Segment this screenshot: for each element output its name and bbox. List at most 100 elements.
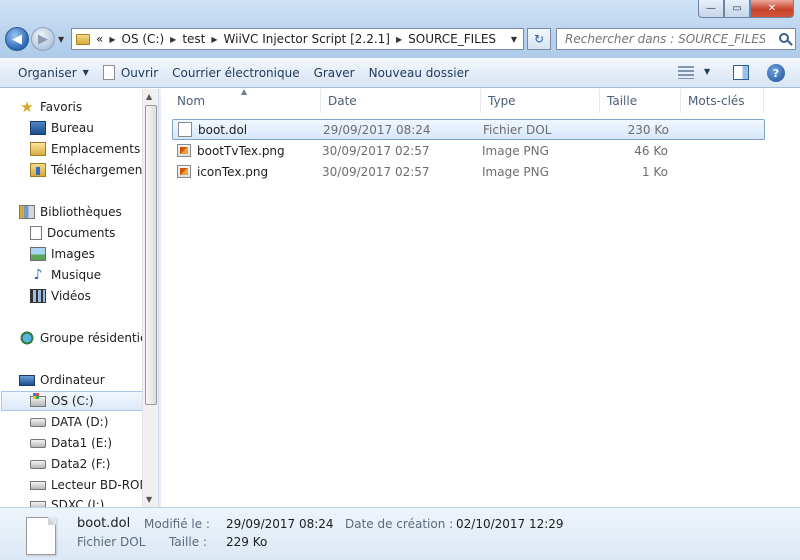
nav-label: Data1 (E:) (51, 436, 113, 450)
hard-drive-icon (30, 438, 46, 448)
title-bar: — ▭ ✕ ◀ ▶ ▼ « ▶ OS (C:) ▶ test ▶ WiiVC I… (0, 0, 800, 58)
nav-libraries[interactable]: Bibliothèques (19, 202, 122, 222)
file-row[interactable]: iconTex.png 30/09/2017 02:57 Image PNG 1… (172, 161, 765, 182)
file-list: ▲ Nom Date Type Taille Mots-clés boot.do… (161, 87, 800, 507)
file-row[interactable]: bootTvTex.png 30/09/2017 02:57 Image PNG… (172, 140, 765, 161)
nav-videos[interactable]: Vidéos (30, 286, 91, 306)
preview-pane-icon[interactable] (733, 65, 749, 80)
close-button[interactable]: ✕ (750, 0, 794, 18)
chevron-down-icon: ▼ (82, 68, 89, 77)
column-type[interactable]: Type (481, 89, 600, 113)
burn-button[interactable]: Graver (314, 66, 369, 80)
nav-drive-e[interactable]: Data1 (E:) (30, 433, 112, 453)
nav-label: Téléchargements (51, 163, 154, 177)
column-label: Date (328, 94, 357, 108)
scroll-thumb[interactable] (145, 105, 157, 405)
arrow-right-icon: ▶ (38, 31, 48, 47)
nav-label: Documents (47, 226, 116, 240)
open-label: Ouvrir (120, 65, 159, 80)
search-icon[interactable] (779, 33, 789, 43)
recent-pages-dropdown[interactable]: ▼ (58, 35, 64, 44)
nav-label: DATA (D:) (51, 415, 109, 429)
organize-label: Organiser (18, 65, 77, 80)
computer-icon (19, 374, 35, 386)
column-header: ▲ Nom Date Type Taille Mots-clés (161, 87, 800, 113)
chevron-right-icon[interactable]: ▶ (109, 35, 115, 44)
nav-label: Ordinateur (40, 373, 105, 387)
details-modified-value: 29/09/2017 08:24 (226, 517, 334, 531)
address-overflow[interactable]: « (96, 32, 103, 46)
file-type: Fichier DOL (483, 122, 552, 137)
optical-drive-icon (30, 480, 46, 490)
view-options-icon[interactable] (678, 66, 694, 79)
search-box[interactable] (556, 28, 796, 50)
search-input[interactable] (565, 32, 765, 46)
new-folder-button[interactable]: Nouveau dossier (369, 66, 483, 80)
scroll-down-icon[interactable]: ▼ (146, 495, 152, 504)
nav-drive-f[interactable]: Data2 (F:) (30, 454, 110, 474)
chevron-right-icon[interactable]: ▶ (396, 35, 402, 44)
file-name: iconTex.png (197, 164, 269, 179)
nav-label: Images (51, 247, 95, 261)
windows-drive-icon (30, 392, 46, 407)
images-icon (30, 247, 46, 261)
nav-desktop[interactable]: Bureau (30, 118, 94, 138)
nav-images[interactable]: Images (30, 244, 95, 264)
column-date[interactable]: Date (321, 89, 481, 113)
blank-file-icon (178, 122, 192, 137)
file-name-cell: bootTvTex.png (172, 144, 322, 158)
window-controls: — ▭ ✕ (698, 0, 794, 18)
nav-computer[interactable]: Ordinateur (19, 370, 105, 390)
help-icon[interactable]: ? (767, 64, 785, 82)
refresh-button[interactable]: ↻ (527, 28, 551, 50)
maximize-button[interactable]: ▭ (724, 0, 750, 18)
star-icon: ★ (20, 98, 34, 116)
column-label: Taille (607, 94, 638, 108)
column-name[interactable]: ▲ Nom (161, 87, 321, 113)
chevron-right-icon[interactable]: ▶ (170, 35, 176, 44)
minimize-button[interactable]: — (698, 0, 724, 18)
burn-label: Graver (313, 65, 355, 80)
file-row[interactable]: boot.dol 29/09/2017 08:24 Fichier DOL 23… (172, 119, 765, 140)
breadcrumb-source-files[interactable]: SOURCE_FILES (408, 32, 496, 46)
scroll-up-icon[interactable]: ▲ (146, 92, 152, 101)
open-button[interactable]: Ouvrir (102, 65, 172, 80)
nav-downloads[interactable]: Téléchargements (30, 160, 153, 180)
nav-favorites[interactable]: ★ Favoris (19, 97, 82, 117)
nav-music[interactable]: ♪ Musique (30, 265, 102, 285)
breadcrumb-os-c[interactable]: OS (C:) (122, 32, 165, 46)
nav-label: Vidéos (51, 289, 91, 303)
file-type: Image PNG (482, 164, 549, 179)
new-folder-label: Nouveau dossier (368, 65, 469, 80)
nav-drive-d[interactable]: DATA (D:) (30, 412, 108, 432)
column-tags[interactable]: Mots-clés (681, 89, 764, 113)
column-size[interactable]: Taille (600, 89, 681, 113)
nav-homegroup[interactable]: Groupe résidentiel (19, 328, 151, 348)
email-button[interactable]: Courrier électronique (172, 66, 313, 80)
details-size-value: 229 Ko (226, 535, 268, 549)
address-bar[interactable]: « ▶ OS (C:) ▶ test ▶ WiiVC Injector Scri… (71, 28, 524, 50)
hard-drive-icon (30, 417, 46, 427)
nav-recent-places[interactable]: Emplacements ré (30, 139, 156, 159)
large-file-icon (26, 517, 56, 555)
forward-button[interactable]: ▶ (31, 27, 55, 51)
nav-label: Data2 (F:) (51, 457, 111, 471)
navigation-scrollbar[interactable]: ▲ ▼ (142, 89, 158, 507)
file-name: boot.dol (198, 122, 248, 137)
nav-label: SDXC (I:) (51, 498, 105, 507)
breadcrumb-wiivc[interactable]: WiiVC Injector Script [2.2.1] (224, 32, 390, 46)
breadcrumb-test[interactable]: test (182, 32, 205, 46)
nav-sdxc[interactable]: SDXC (I:) (30, 495, 104, 507)
nav-drive-c[interactable]: OS (C:) (1, 391, 143, 411)
organize-button[interactable]: Organiser ▼ (0, 66, 103, 80)
view-dropdown[interactable]: ▼ (704, 67, 710, 76)
folder-icon (76, 33, 90, 45)
details-pane: boot.dol Fichier DOL Modifié le : 29/09/… (0, 507, 800, 560)
film-icon (30, 289, 46, 303)
address-dropdown[interactable]: ▼ (511, 35, 517, 44)
nav-documents[interactable]: Documents (30, 223, 115, 243)
nav-bd-rom[interactable]: Lecteur BD-ROM (30, 475, 150, 495)
chevron-right-icon[interactable]: ▶ (211, 35, 217, 44)
back-button[interactable]: ◀ (5, 27, 29, 51)
nav-label: Bureau (51, 121, 94, 135)
